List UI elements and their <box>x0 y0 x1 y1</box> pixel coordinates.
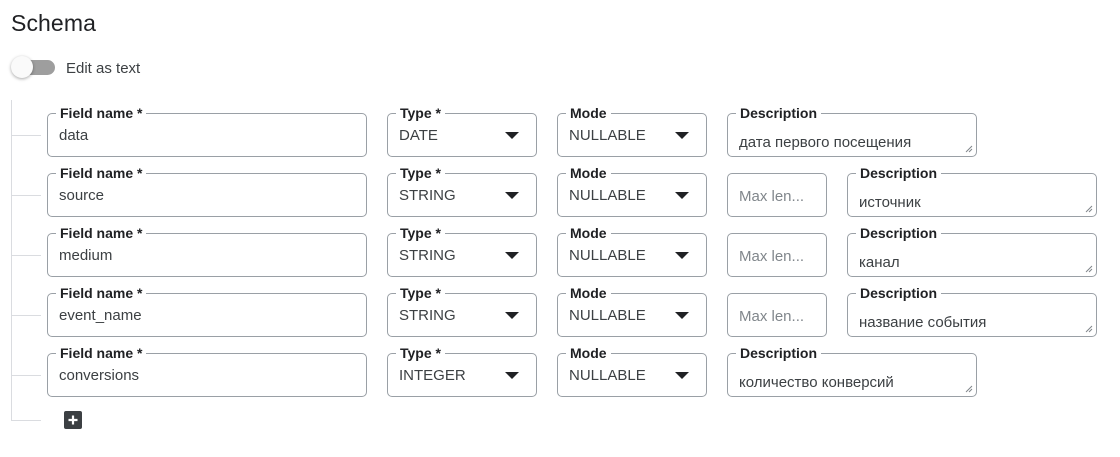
description-textarea[interactable]: Description название события <box>847 285 1097 337</box>
field-name-label: Field name * <box>56 345 147 361</box>
type-value: INTEGER <box>399 367 466 384</box>
description-label: Description <box>856 285 942 301</box>
mode-select[interactable]: Mode NULLABLE <box>557 105 707 157</box>
dropdown-arrow-icon <box>505 192 519 199</box>
type-label: Type * <box>396 225 445 241</box>
dropdown-arrow-icon <box>505 312 519 319</box>
dropdown-arrow-icon <box>505 132 519 139</box>
resize-handle-icon[interactable] <box>1085 205 1093 213</box>
resize-handle-icon[interactable] <box>965 385 973 393</box>
type-select[interactable]: Type * STRING <box>387 225 537 277</box>
type-label: Type * <box>396 105 445 121</box>
dropdown-arrow-icon <box>505 252 519 259</box>
field-name-value: conversions <box>59 367 140 384</box>
mode-value: NULLABLE <box>569 187 646 204</box>
description-textarea[interactable]: Description количество конверсий <box>727 345 977 397</box>
schema-row: Field name * medium Type * STRING Mode N… <box>0 225 1120 279</box>
plus-box-icon <box>68 415 78 425</box>
type-select[interactable]: Type * DATE <box>387 105 537 157</box>
mode-value: NULLABLE <box>569 127 646 144</box>
description-value: количество конверсий <box>739 374 894 391</box>
description-textarea[interactable]: Description дата первого посещения <box>727 105 977 157</box>
field-name-input[interactable]: Field name * source <box>47 165 367 217</box>
max-length-input[interactable]: Max len... <box>727 173 827 217</box>
edit-as-text-toggle[interactable] <box>11 56 57 80</box>
type-label: Type * <box>396 165 445 181</box>
type-select[interactable]: Type * STRING <box>387 285 537 337</box>
type-value: STRING <box>399 307 456 324</box>
field-name-value: medium <box>59 247 113 264</box>
type-value: STRING <box>399 247 456 264</box>
edit-as-text-row: Edit as text <box>11 56 140 80</box>
description-label: Description <box>736 345 822 361</box>
max-length-placeholder: Max len... <box>739 188 805 205</box>
dropdown-arrow-icon <box>675 252 689 259</box>
mode-label: Mode <box>566 345 611 361</box>
edit-as-text-label: Edit as text <box>66 59 141 77</box>
resize-handle-icon[interactable] <box>1085 325 1093 333</box>
schema-row: Field name * source Type * STRING Mode N… <box>0 165 1120 219</box>
field-name-value: data <box>59 127 89 144</box>
description-value: канал <box>859 254 900 271</box>
field-name-value: event_name <box>59 307 142 324</box>
page-title: Schema <box>11 10 96 36</box>
max-length-placeholder: Max len... <box>739 308 805 325</box>
mode-value: NULLABLE <box>569 247 646 264</box>
field-name-label: Field name * <box>56 105 147 121</box>
mode-value: NULLABLE <box>569 307 646 324</box>
mode-select[interactable]: Mode NULLABLE <box>557 225 707 277</box>
schema-row: Field name * conversions Type * INTEGER … <box>0 345 1120 399</box>
dropdown-arrow-icon <box>675 132 689 139</box>
type-value: DATE <box>399 127 438 144</box>
tree-branch-line <box>11 420 41 421</box>
field-name-label: Field name * <box>56 225 147 241</box>
mode-select[interactable]: Mode NULLABLE <box>557 345 707 397</box>
field-name-label: Field name * <box>56 285 147 301</box>
toggle-thumb <box>11 56 33 78</box>
description-label: Description <box>856 165 942 181</box>
description-value: дата первого посещения <box>739 134 912 151</box>
type-value: STRING <box>399 187 456 204</box>
dropdown-arrow-icon <box>675 372 689 379</box>
dropdown-arrow-icon <box>675 312 689 319</box>
schema-row: Field name * event_name Type * STRING Mo… <box>0 285 1120 339</box>
schema-row: Field name * data Type * DATE Mode NULLA… <box>0 105 1120 159</box>
max-length-input[interactable]: Max len... <box>727 233 827 277</box>
field-name-input[interactable]: Field name * medium <box>47 225 367 277</box>
description-value: источник <box>859 194 921 211</box>
mode-value: NULLABLE <box>569 367 646 384</box>
resize-handle-icon[interactable] <box>1085 265 1093 273</box>
mode-select[interactable]: Mode NULLABLE <box>557 165 707 217</box>
field-name-label: Field name * <box>56 165 147 181</box>
description-label: Description <box>736 105 822 121</box>
type-label: Type * <box>396 285 445 301</box>
type-label: Type * <box>396 345 445 361</box>
max-length-placeholder: Max len... <box>739 248 805 265</box>
dropdown-arrow-icon <box>505 372 519 379</box>
description-value: название события <box>859 314 987 331</box>
description-textarea[interactable]: Description канал <box>847 225 1097 277</box>
field-name-input[interactable]: Field name * data <box>47 105 367 157</box>
add-field-button[interactable] <box>64 411 82 429</box>
dropdown-arrow-icon <box>675 192 689 199</box>
description-textarea[interactable]: Description источник <box>847 165 1097 217</box>
max-length-input[interactable]: Max len... <box>727 293 827 337</box>
type-select[interactable]: Type * STRING <box>387 165 537 217</box>
mode-label: Mode <box>566 285 611 301</box>
description-label: Description <box>856 225 942 241</box>
mode-label: Mode <box>566 105 611 121</box>
field-name-input[interactable]: Field name * conversions <box>47 345 367 397</box>
mode-label: Mode <box>566 165 611 181</box>
field-name-value: source <box>59 187 105 204</box>
field-name-input[interactable]: Field name * event_name <box>47 285 367 337</box>
resize-handle-icon[interactable] <box>965 145 973 153</box>
mode-select[interactable]: Mode NULLABLE <box>557 285 707 337</box>
mode-label: Mode <box>566 225 611 241</box>
type-select[interactable]: Type * INTEGER <box>387 345 537 397</box>
